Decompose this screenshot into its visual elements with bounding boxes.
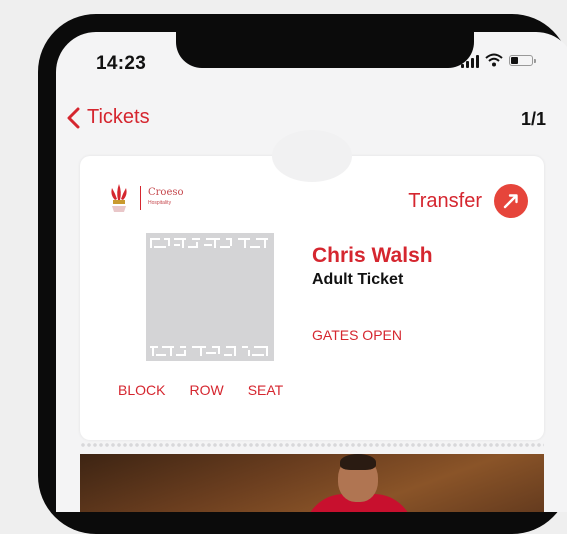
- status-time: 14:23: [96, 53, 147, 74]
- logo-subtext: Hospitality: [148, 200, 172, 206]
- ticket-code-top-strip: [150, 238, 268, 248]
- cellular-signal-icon: [461, 55, 479, 68]
- transfer-arrow-icon: [503, 194, 518, 209]
- logo-divider: [140, 186, 141, 210]
- ticket-pager: 1/1: [520, 109, 546, 129]
- chevron-left-icon: [67, 107, 80, 128]
- ticket-notch-cutout: [272, 130, 352, 182]
- seat-info-labels: BLOCK ROW SEAT: [118, 382, 283, 398]
- notch: [176, 32, 474, 68]
- screen: 14:23 Tickets 1/1 Croeso Hospitality Tra…: [56, 32, 567, 512]
- transfer-label: Transfer: [408, 189, 482, 212]
- hospitality-logo: Croeso Hospitality: [104, 180, 214, 222]
- seat-label: SEAT: [247, 382, 284, 398]
- battery-tip: [534, 59, 536, 63]
- ticket-holder-name: Chris Walsh: [312, 244, 433, 267]
- gates-open-label: GATES OPEN: [312, 327, 402, 343]
- wifi-icon: [485, 53, 503, 69]
- transfer-button[interactable]: [494, 184, 528, 218]
- battery-icon: [509, 55, 533, 66]
- block-label: BLOCK: [118, 382, 166, 398]
- back-label: Tickets: [87, 106, 150, 128]
- ticket-card: Croeso Hospitality Transfer Chris Walsh …: [80, 130, 544, 440]
- ticket-code: [146, 233, 274, 361]
- ticket-type: Adult Ticket: [312, 271, 404, 288]
- status-icons: [461, 53, 543, 69]
- logo-wordmark: Croeso: [148, 187, 184, 198]
- back-button[interactable]: Tickets: [66, 106, 150, 129]
- battery-level: [511, 57, 518, 64]
- player-hair: [340, 454, 376, 470]
- ticket-perforation: [80, 442, 544, 448]
- row-label: ROW: [189, 382, 224, 398]
- ticket-photo: [80, 454, 544, 512]
- feathers-logo-icon: [111, 184, 127, 212]
- transfer-control[interactable]: Transfer: [408, 184, 528, 218]
- ticket-code-bottom-strip: [150, 346, 268, 356]
